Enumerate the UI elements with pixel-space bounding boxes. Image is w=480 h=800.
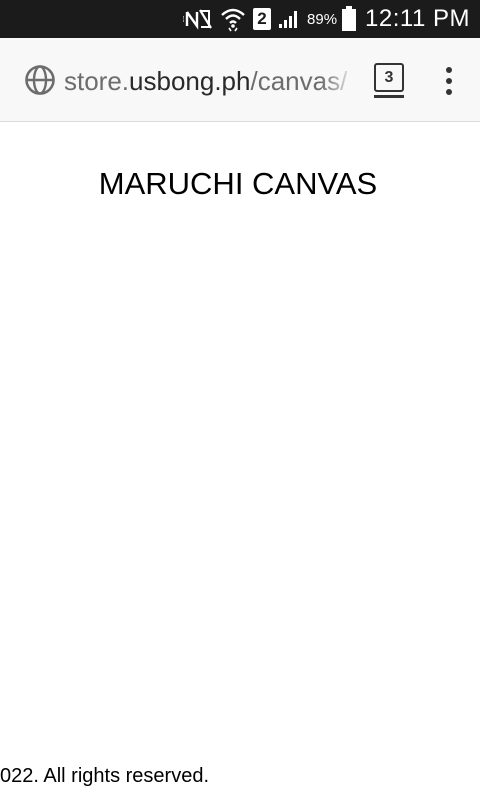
menu-dot-icon <box>446 89 452 95</box>
url-subdomain: store. <box>64 66 130 96</box>
menu-dot-icon <box>446 67 452 73</box>
url-host: usbong.ph <box>129 66 251 96</box>
page-title: MARUCHI CANVAS <box>98 166 378 201</box>
url-bar[interactable]: store.usbong.ph/canvas/ <box>64 65 356 97</box>
clock: 12:11 PM <box>365 5 470 32</box>
signal-icon <box>278 9 300 29</box>
globe-icon[interactable] <box>24 64 56 96</box>
status-bar: 2 89% 12:11 PM <box>0 0 480 38</box>
url-path: /canvas/ <box>250 66 348 96</box>
battery-percent: 89% <box>307 10 338 28</box>
tab-switcher-button[interactable]: 3 <box>372 63 406 99</box>
wifi-icon <box>220 6 246 32</box>
overflow-menu-button[interactable] <box>436 64 462 98</box>
battery-icon <box>341 6 357 32</box>
menu-dot-icon <box>446 78 452 84</box>
tab-count: 3 <box>374 63 404 92</box>
sim-icon: 2 <box>253 8 272 30</box>
browser-toolbar: store.usbong.ph/canvas/ 3 <box>0 38 480 122</box>
tab-switcher-underline <box>374 95 404 98</box>
nfc-icon <box>183 8 213 30</box>
footer-copyright: 022. All rights reserved. <box>0 765 209 787</box>
